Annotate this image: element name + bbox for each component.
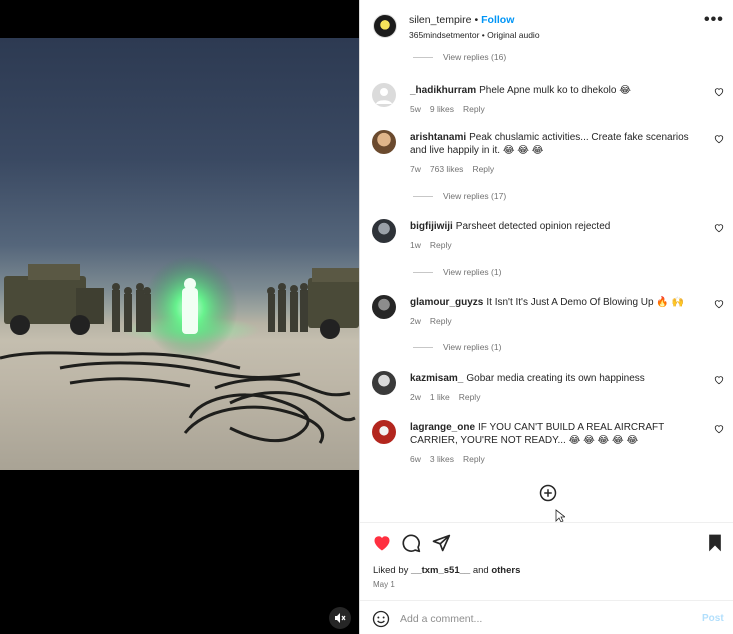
reply-button[interactable]: Reply: [463, 104, 485, 114]
comment-username[interactable]: lagrange_one: [410, 422, 475, 433]
comment-meta: 1w Reply: [410, 239, 706, 252]
comment-body: kazmisam_ Gobar media creating its own ha…: [410, 372, 706, 404]
commenter-avatar[interactable]: [372, 371, 396, 395]
view-replies-button[interactable]: View replies (1): [413, 342, 501, 352]
comment-username[interactable]: _hadikhurram: [410, 85, 476, 96]
comment-likes[interactable]: 3 likes: [430, 454, 454, 464]
commenter-avatar[interactable]: [372, 130, 396, 154]
comment-age[interactable]: 5w: [410, 104, 421, 114]
mute-toggle-button[interactable]: [329, 607, 351, 629]
comment-username[interactable]: glamour_guyzs: [410, 297, 483, 308]
replies-line: [413, 271, 433, 273]
default-avatar-icon: [376, 88, 392, 104]
like-comment-heart-icon[interactable]: [714, 134, 724, 144]
view-replies-label: View replies (16): [443, 52, 507, 62]
like-heart-icon[interactable]: [372, 533, 392, 553]
reply-button[interactable]: Reply: [430, 240, 452, 250]
comment-age[interactable]: 2w: [410, 316, 421, 326]
view-replies-label: View replies (1): [443, 342, 502, 352]
comment-meta: 2w 1 like Reply: [410, 391, 706, 404]
comment-input[interactable]: [400, 609, 680, 629]
header-separator: •: [474, 14, 479, 26]
video-scene-illustration: [0, 256, 359, 444]
post-side-panel: silen_tempire • Follow 365mindsetmentor • …: [359, 0, 733, 634]
more-options-icon[interactable]: •••: [704, 12, 724, 28]
comments-list[interactable]: View replies (16) _hadikhurram Phele Apne…: [360, 50, 733, 520]
comment-body: bigfijiwiji Parsheet detected opinion rej…: [410, 220, 706, 252]
comment-age[interactable]: 2w: [410, 392, 421, 402]
comment-username[interactable]: bigfijiwiji: [410, 221, 453, 232]
comment-age[interactable]: 7w: [410, 164, 421, 174]
comment-meta: 7w 763 likes Reply: [410, 163, 706, 176]
share-paper-plane-icon[interactable]: [431, 533, 451, 553]
comment-age[interactable]: 6w: [410, 454, 421, 464]
like-comment-heart-icon[interactable]: [714, 424, 724, 434]
commenter-avatar[interactable]: [372, 295, 396, 319]
replies-line: [413, 195, 433, 197]
post-date[interactable]: May 1: [373, 580, 395, 589]
reply-button[interactable]: Reply: [472, 164, 494, 174]
liked-by-others[interactable]: others: [491, 565, 520, 576]
liked-by-line: Liked by __txm_s51__ and others: [373, 565, 520, 576]
commenter-avatar[interactable]: [372, 420, 396, 444]
comment-meta: 5w 9 likes Reply: [410, 103, 706, 116]
save-bookmark-icon[interactable]: [705, 533, 725, 553]
comment-bubble-icon[interactable]: [401, 533, 421, 553]
comment-meta: 2w Reply: [410, 315, 706, 328]
comment-body: lagrange_one IF YOU CAN'T BUILD A REAL AI…: [410, 421, 706, 466]
load-more-comments-plus-icon[interactable]: [539, 484, 557, 502]
comment-age[interactable]: 1w: [410, 240, 421, 250]
view-replies-label: View replies (1): [443, 267, 502, 277]
replies-line: [413, 346, 433, 348]
reply-button[interactable]: Reply: [459, 392, 481, 402]
comment-body: _hadikhurram Phele Apne mulk ko to dhekol…: [410, 84, 706, 116]
speaker-muted-icon: [335, 613, 346, 623]
like-comment-heart-icon[interactable]: [714, 223, 724, 233]
follow-button[interactable]: Follow: [481, 14, 514, 26]
post-header: silen_tempire • Follow 365mindsetmentor • …: [360, 0, 733, 50]
comment-text: Parsheet detected opinion rejected: [455, 221, 611, 232]
view-replies-label: View replies (17): [443, 191, 507, 201]
comment-meta: 6w 3 likes Reply: [410, 453, 706, 466]
liked-by-and: and: [470, 565, 492, 576]
commenter-avatar[interactable]: [372, 219, 396, 243]
comment-username[interactable]: arishtanami: [410, 132, 466, 143]
view-replies-button[interactable]: View replies (17): [413, 191, 506, 201]
post-media[interactable]: [0, 0, 359, 634]
comment-username[interactable]: kazmisam_: [410, 373, 463, 384]
author-username[interactable]: silen_tempire: [409, 14, 471, 26]
comment-likes[interactable]: 1 like: [430, 392, 450, 402]
comment-likes[interactable]: 9 likes: [430, 104, 454, 114]
add-comment-bar: Post: [360, 600, 733, 634]
post-comment-button[interactable]: Post: [702, 613, 724, 624]
comment-body: arishtanami Peak chuslamic activities... …: [410, 131, 706, 176]
emoji-smiley-icon[interactable]: [372, 610, 390, 628]
replies-line: [413, 56, 433, 58]
commenter-avatar[interactable]: [372, 83, 396, 107]
comment-body: glamour_guyzs It Isn't It's Just A Demo O…: [410, 296, 706, 328]
author-avatar[interactable]: [373, 14, 397, 38]
post-actions: Liked by __txm_s51__ and others May 1: [360, 522, 733, 600]
liked-by-user[interactable]: __txm_s51__: [411, 565, 470, 576]
video-frame[interactable]: [0, 38, 359, 470]
reply-button[interactable]: Reply: [430, 316, 452, 326]
view-replies-button[interactable]: View replies (1): [413, 267, 501, 277]
like-comment-heart-icon[interactable]: [714, 299, 724, 309]
mouse-cursor-icon: [555, 509, 565, 523]
like-comment-heart-icon[interactable]: [714, 87, 724, 97]
reply-button[interactable]: Reply: [463, 454, 485, 464]
comment-likes[interactable]: 763 likes: [430, 164, 464, 174]
author-line: silen_tempire • Follow: [409, 14, 514, 26]
comment-text: Phele Apne mulk ko to dhekolo 😂: [479, 85, 631, 96]
comment-text: Gobar media creating its own happiness: [466, 373, 645, 384]
liked-by-prefix: Liked by: [373, 565, 412, 576]
audio-credit[interactable]: 365mindsetmentor • Original audio: [409, 30, 540, 40]
like-comment-heart-icon[interactable]: [714, 375, 724, 385]
comment-text: It Isn't It's Just A Demo Of Blowing Up …: [486, 297, 685, 308]
view-replies-button[interactable]: View replies (16): [413, 52, 506, 62]
